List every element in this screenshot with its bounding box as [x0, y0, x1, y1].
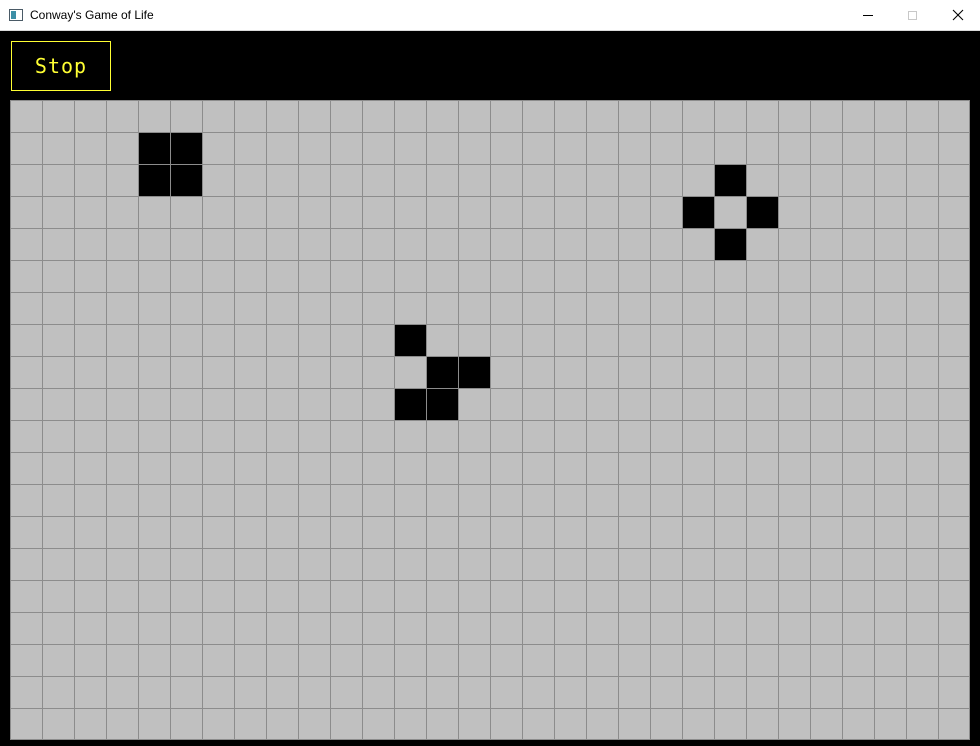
- live-cell[interactable]: [394, 388, 426, 420]
- close-button[interactable]: [935, 0, 980, 30]
- maximize-icon: [908, 10, 917, 20]
- live-cell[interactable]: [138, 164, 170, 196]
- live-cell[interactable]: [458, 356, 490, 388]
- app-window-icon: [9, 9, 23, 21]
- close-icon: [952, 9, 963, 21]
- game-window: Conway's Game of Life Stop: [0, 0, 980, 746]
- live-cell[interactable]: [394, 324, 426, 356]
- stop-button[interactable]: Stop: [11, 41, 111, 91]
- live-cell[interactable]: [714, 228, 746, 260]
- minimize-button[interactable]: [845, 0, 890, 30]
- toolbar: Stop: [0, 31, 980, 100]
- live-cell[interactable]: [682, 196, 714, 228]
- live-cell[interactable]: [714, 164, 746, 196]
- minimize-icon: [862, 14, 873, 16]
- life-grid[interactable]: [10, 100, 970, 740]
- live-cell[interactable]: [426, 388, 458, 420]
- life-grid-canvas[interactable]: [10, 100, 970, 740]
- live-cell[interactable]: [746, 196, 778, 228]
- maximize-button[interactable]: [890, 0, 935, 30]
- live-cell[interactable]: [170, 132, 202, 164]
- live-cell[interactable]: [170, 164, 202, 196]
- live-cell[interactable]: [138, 132, 170, 164]
- live-cell[interactable]: [426, 356, 458, 388]
- title-bar[interactable]: Conway's Game of Life: [0, 0, 980, 31]
- window-title: Conway's Game of Life: [30, 8, 154, 22]
